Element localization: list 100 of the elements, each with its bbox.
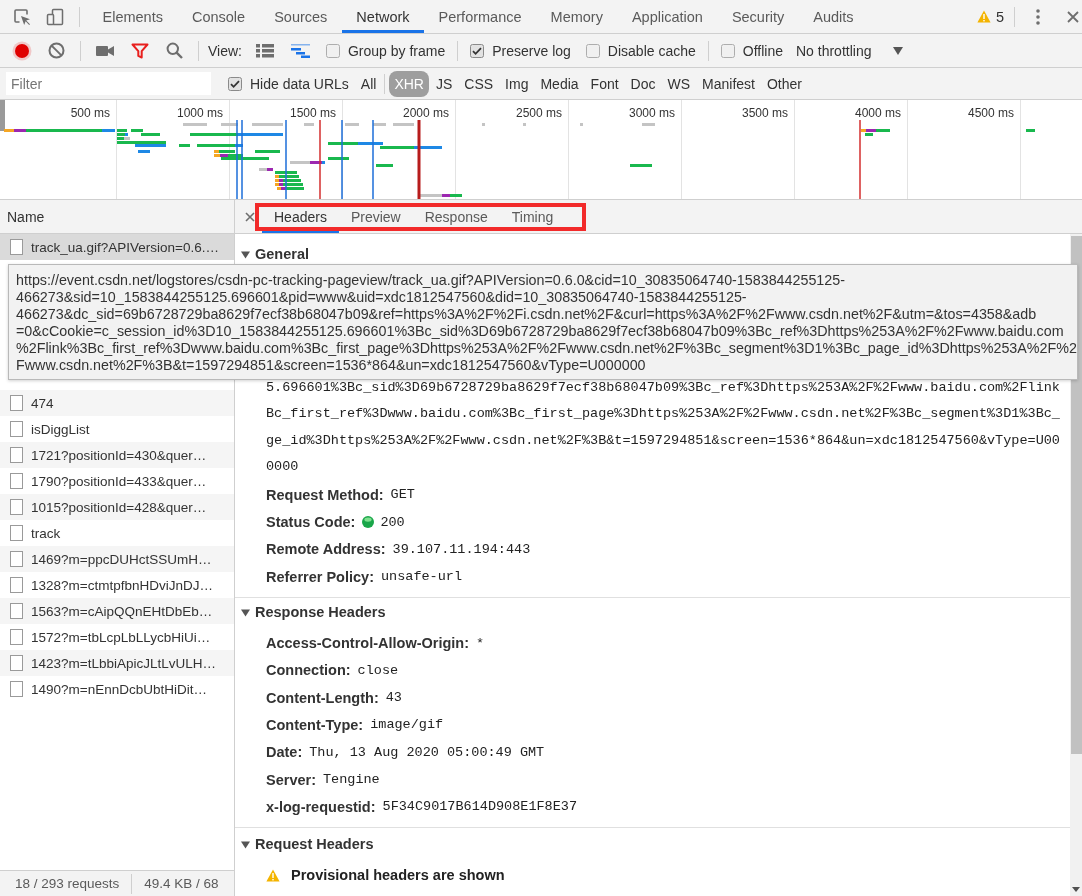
request-row[interactable]: track_ua.gif?APIVersion=0.6.… <box>0 234 234 260</box>
funnel-icon[interactable] <box>130 42 149 59</box>
type-filter-button[interactable]: Font <box>585 70 624 97</box>
clear-icon[interactable] <box>48 42 65 59</box>
more-menu-icon[interactable] <box>1036 7 1040 26</box>
request-bar <box>252 123 283 126</box>
header-name: Referrer Policy: <box>266 568 374 585</box>
panel-tab[interactable]: Security <box>717 0 799 33</box>
list-icon[interactable] <box>256 43 275 58</box>
tick-label: 4000 ms <box>854 106 901 120</box>
expanded-triangle-icon[interactable] <box>241 839 250 849</box>
checkbox[interactable] <box>470 43 485 58</box>
file-icon <box>10 681 23 697</box>
request-row[interactable]: 1015?positionId=428&quer… <box>0 494 234 520</box>
cursor-box-icon[interactable] <box>13 7 31 26</box>
type-filter-button[interactable]: Other <box>762 70 807 97</box>
search-icon[interactable] <box>166 42 183 59</box>
type-filter-button[interactable]: Media <box>535 70 584 97</box>
panel-tab[interactable]: Network <box>341 0 425 33</box>
warning-icon <box>976 10 991 23</box>
status-text: 49.4 KB / 68 <box>144 876 219 891</box>
panel-tab[interactable]: Elements <box>88 0 178 33</box>
request-row[interactable]: 1563?m=cAipQQnEHtDbEb… <box>0 598 234 624</box>
warning-count: 5 <box>995 8 1004 25</box>
request-bar <box>304 123 314 126</box>
type-filter-button[interactable]: Img <box>500 70 534 97</box>
throttling-dropdown[interactable]: No throttling <box>796 42 904 59</box>
section-header[interactable]: General <box>235 241 1070 267</box>
range-handle[interactable] <box>0 100 5 131</box>
header-name: Access-Control-Allow-Origin: <box>266 635 469 651</box>
panel-tab[interactable]: Sources <box>259 0 342 33</box>
header-name: x-log-requestid: <box>266 798 376 815</box>
checkbox[interactable] <box>720 43 735 58</box>
type-filter-button[interactable]: Doc <box>625 70 661 97</box>
request-bar <box>642 123 655 126</box>
request-bar <box>197 144 243 147</box>
request-bar <box>393 123 414 126</box>
header-value: close <box>357 662 399 678</box>
expanded-triangle-icon[interactable] <box>241 607 250 617</box>
request-bar <box>255 150 280 153</box>
expanded-triangle-icon[interactable] <box>241 249 250 259</box>
detail-tab[interactable]: Preview <box>338 200 413 233</box>
checkbox-label: Hide data URLs <box>250 75 349 92</box>
file-icon <box>10 525 23 541</box>
close-icon[interactable] <box>245 211 255 222</box>
file-icon <box>10 603 23 619</box>
filter-input[interactable]: Filter <box>6 72 211 95</box>
close-icon[interactable] <box>1067 10 1079 23</box>
request-row[interactable]: 1721?positionId=430&quer… <box>0 442 234 468</box>
checkbox[interactable] <box>228 76 242 91</box>
tick-label: 2500 ms <box>515 106 562 120</box>
panel-tab[interactable]: Application <box>617 0 718 33</box>
tick-label: 500 ms <box>70 106 110 120</box>
column-header[interactable]: Name <box>0 200 234 234</box>
request-bar <box>376 164 393 167</box>
request-bar <box>138 150 150 153</box>
header-name: Server: <box>266 771 316 788</box>
type-filter-button[interactable]: All <box>355 70 382 97</box>
request-bar <box>630 164 652 167</box>
scroll-down-icon[interactable] <box>1072 887 1080 892</box>
record-icon[interactable] <box>11 40 32 61</box>
panel-tab[interactable]: Console <box>177 0 260 33</box>
header-value: 200 <box>380 514 405 530</box>
request-bar <box>418 194 462 197</box>
type-filter-button[interactable]: Manifest <box>697 70 760 97</box>
panel-tab[interactable]: Performance <box>424 0 537 33</box>
panel-tab[interactable]: Audits <box>798 0 869 33</box>
request-bar <box>373 123 386 126</box>
type-filter-button[interactable]: JS <box>430 70 458 97</box>
panel-tab[interactable]: Memory <box>536 0 618 33</box>
file-icon <box>10 447 23 463</box>
header-value: GET <box>390 487 415 503</box>
file-icon <box>10 421 23 437</box>
waterfall-icon[interactable] <box>291 43 310 58</box>
tick-label: 1500 ms <box>289 106 336 120</box>
header-value: 39.107.11.194:443 <box>392 541 531 557</box>
checkbox[interactable] <box>326 43 340 58</box>
detail-tab[interactable]: Timing <box>499 200 566 233</box>
checkbox-label: Group by frame <box>348 42 446 59</box>
request-bar <box>345 123 359 126</box>
section-header[interactable]: Request Headers <box>235 831 1070 858</box>
type-filter-button[interactable]: WS <box>662 70 696 97</box>
detail-tab[interactable]: Headers <box>262 200 339 233</box>
video-camera-icon[interactable] <box>95 44 114 57</box>
section-header[interactable]: Response Headers <box>235 599 1070 626</box>
request-row[interactable]: 474 <box>0 390 234 416</box>
checkbox[interactable] <box>585 43 600 58</box>
request-bar <box>290 161 325 164</box>
header-value: unsafe-url <box>381 569 462 585</box>
header-value: * <box>476 635 485 651</box>
request-bar <box>179 144 190 147</box>
request-row[interactable]: 1469?m=ppcDUHctSSUmH… <box>0 546 234 572</box>
detail-tab[interactable]: Response <box>412 200 500 233</box>
request-row[interactable]: 1423?m=tLbbiApicJLtLvULH… <box>0 650 234 676</box>
devices-icon[interactable] <box>46 7 64 26</box>
file-icon <box>10 499 23 515</box>
tick-label: 4500 ms <box>967 106 1014 120</box>
header-name: Content-Type: <box>266 716 364 733</box>
type-filter-button[interactable]: CSS <box>459 70 499 97</box>
request-bar <box>328 157 349 160</box>
